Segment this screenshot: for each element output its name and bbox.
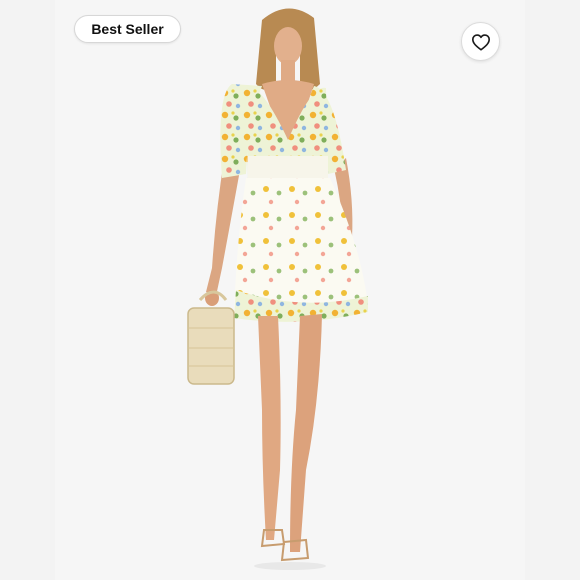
heart-icon <box>471 33 490 51</box>
left-side-panel <box>0 0 55 580</box>
right-side-panel <box>525 0 580 580</box>
best-seller-label: Best Seller <box>91 21 164 37</box>
like-button[interactable] <box>461 22 500 61</box>
best-seller-badge: Best Seller <box>74 15 181 43</box>
listing-image-viewer: Best Seller <box>0 0 580 580</box>
product-photo[interactable] <box>180 0 400 580</box>
